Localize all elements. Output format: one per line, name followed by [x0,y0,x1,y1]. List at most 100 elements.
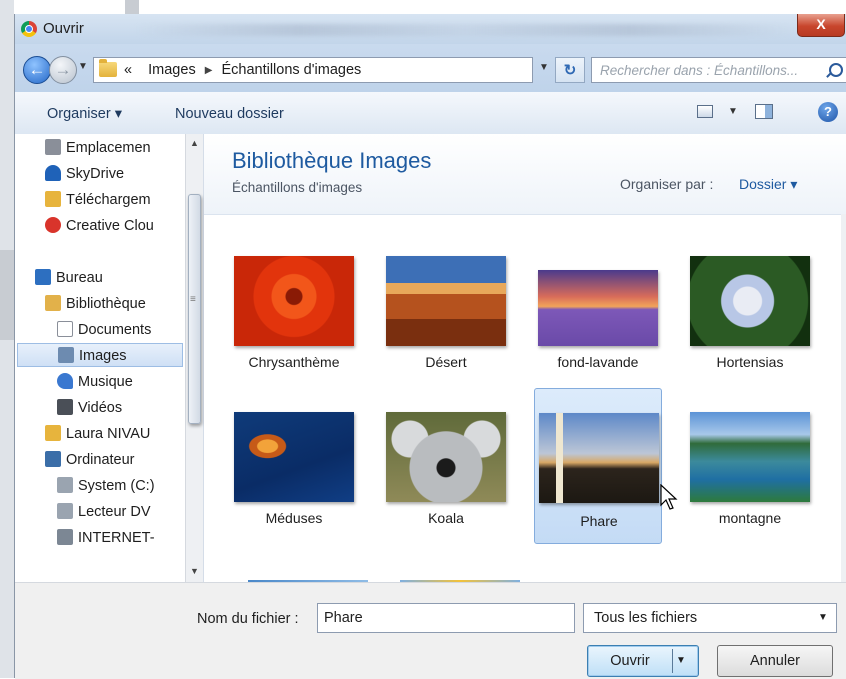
help-icon[interactable]: ? [818,102,838,122]
open-options-dropdown-icon[interactable]: ▼ [676,646,686,676]
file-tile-desert[interactable]: Désert [382,252,510,404]
file-name: Méduses [265,510,323,526]
file-name: Chrysanthème [248,354,340,370]
file-type-select[interactable]: Tous les fichiers ▼ [583,603,837,633]
dialog-footer: Nom du fichier : Phare ▼ Tous les fichie… [15,582,846,679]
sidebar-item-user-folder[interactable]: Laura NIVAU [45,422,150,446]
chrysanthemum-thumbnail [234,256,354,346]
sidebar-item-system-drive[interactable]: System (C:) [57,474,155,498]
file-list: Bibliothèque Images Échantillons d'image… [204,134,846,584]
file-tile-mountain[interactable]: montagne [686,408,814,560]
scrollbar-grip-icon: ≡ [190,294,196,305]
desert-thumbnail [386,256,506,346]
refresh-icon[interactable]: ↻ [555,57,585,83]
sidebar-item-music[interactable]: Musique [57,370,133,394]
pictures-icon [58,347,74,363]
jellyfish-thumbnail [234,412,354,502]
forward-button[interactable]: → [49,56,77,84]
new-folder-button[interactable]: Nouveau dossier [175,106,284,122]
address-row: ← → ▼ « Images ▶ Échantillons d'images ▼… [15,44,846,92]
address-dropdown-icon[interactable]: ▼ [539,62,549,73]
hydrangeas-thumbnail [690,256,810,346]
libraries-icon [45,295,61,311]
filename-input[interactable]: Phare ▼ [317,603,575,633]
sidebar-item-desktop[interactable]: Bureau [35,266,103,290]
cancel-button[interactable]: Annuler [717,645,833,677]
file-tile-jellyfish[interactable]: Méduses [230,408,358,560]
breadcrumb: « Images ▶ Échantillons d'images [124,62,361,78]
music-icon [57,373,73,389]
filename-value: Phare [324,610,363,626]
open-file-dialog: Ouvrir X ← → ▼ « Images ▶ Échantillons d… [14,14,846,679]
sidebar-item-skydrive[interactable]: SkyDrive [45,162,124,186]
title-bar[interactable]: Ouvrir X [15,14,846,44]
file-tile-hydrangeas[interactable]: Hortensias [686,252,814,404]
scroll-down-icon[interactable]: ▼ [190,566,199,576]
file-name: Koala [428,510,464,526]
drive-c-icon [57,477,73,493]
breadcrumb-overflow[interactable]: « [124,62,132,78]
library-title: Bibliothèque Images [232,148,432,173]
search-placeholder: Rechercher dans : Échantillons... [600,63,799,78]
search-input[interactable]: Rechercher dans : Échantillons... [591,57,846,83]
documents-icon [57,321,73,337]
sidebar-item-computer[interactable]: Ordinateur [45,448,135,472]
window-title: Ouvrir [43,20,84,37]
recent-locations-dropdown[interactable]: ▼ [78,61,88,72]
background-window-edge-top [125,0,139,14]
sidebar-item-libraries[interactable]: Bibliothèque [45,292,146,316]
command-bar: Organiser ▾ Nouveau dossier ▼ ? [15,92,846,135]
file-tile-lighthouse[interactable]: Phare [534,388,662,544]
sidebar-item-creative-cloud[interactable]: Creative Clou [45,214,154,238]
network-drive-icon [57,529,73,545]
back-button[interactable]: ← [23,56,51,84]
sidebar-item-videos[interactable]: Vidéos [57,396,122,420]
chevron-down-icon: ▼ [818,612,828,623]
chevron-right-icon[interactable]: ▶ [200,65,218,76]
change-view-icon[interactable] [697,105,713,118]
organize-menu-button[interactable]: Organiser ▾ [47,106,122,122]
skydrive-icon [45,165,61,181]
view-options-dropdown-icon[interactable]: ▼ [728,106,738,117]
user-folder-icon [45,425,61,441]
file-tile-koala[interactable]: Koala [382,408,510,560]
preview-pane-icon[interactable] [755,104,773,119]
blurred-background-tabs [135,24,795,36]
arrange-by-label: Organiser par : [620,176,714,192]
sidebar-item-recent-places[interactable]: Emplacemen [45,136,151,160]
sidebar-item-pictures[interactable]: Images [17,343,183,367]
desktop-icon [35,269,51,285]
lavender-thumbnail [538,270,658,346]
close-button[interactable]: X [797,14,845,37]
videos-icon [57,399,73,415]
navigation-pane: Emplacemen SkyDrive Téléchargem Creative… [15,134,204,582]
lighthouse-thumbnail [539,413,659,503]
scrollbar-thumb[interactable] [188,194,201,424]
file-tile-chrysanthemum[interactable]: Chrysanthème [230,252,358,404]
navigation-scrollbar[interactable]: ▲ ≡ ▼ [185,134,203,582]
sidebar-item-network-drive[interactable]: INTERNET- [57,526,155,550]
scroll-up-icon[interactable]: ▲ [190,138,199,148]
open-button[interactable]: Ouvrir ▼ [587,645,699,677]
file-name: montagne [718,510,782,526]
address-bar[interactable]: « Images ▶ Échantillons d'images [93,57,533,83]
library-subtitle: Échantillons d'images [232,180,363,195]
file-name: Désert [425,354,467,370]
search-icon[interactable] [829,63,843,77]
koala-thumbnail [386,412,506,502]
sidebar-item-documents[interactable]: Documents [57,318,151,342]
breadcrumb-images[interactable]: Images [148,62,196,78]
sidebar-item-dvd-drive[interactable]: Lecteur DV [57,500,151,524]
file-tile-lavender[interactable]: fond-lavande [534,252,662,404]
breadcrumb-sample-pictures[interactable]: Échantillons d'images [221,62,361,78]
downloads-folder-icon [45,191,61,207]
split-button-divider [672,649,673,673]
arrange-by-dropdown[interactable]: Dossier ▾ [739,176,797,193]
file-name: fond-lavande [557,354,639,370]
file-list-scrollbar[interactable] [841,214,846,584]
file-name: Hortensias [716,354,784,370]
sidebar-item-downloads[interactable]: Téléchargem [45,188,151,212]
file-name: Phare [580,513,618,529]
mountain-thumbnail [690,412,810,502]
recent-places-icon [45,139,61,155]
